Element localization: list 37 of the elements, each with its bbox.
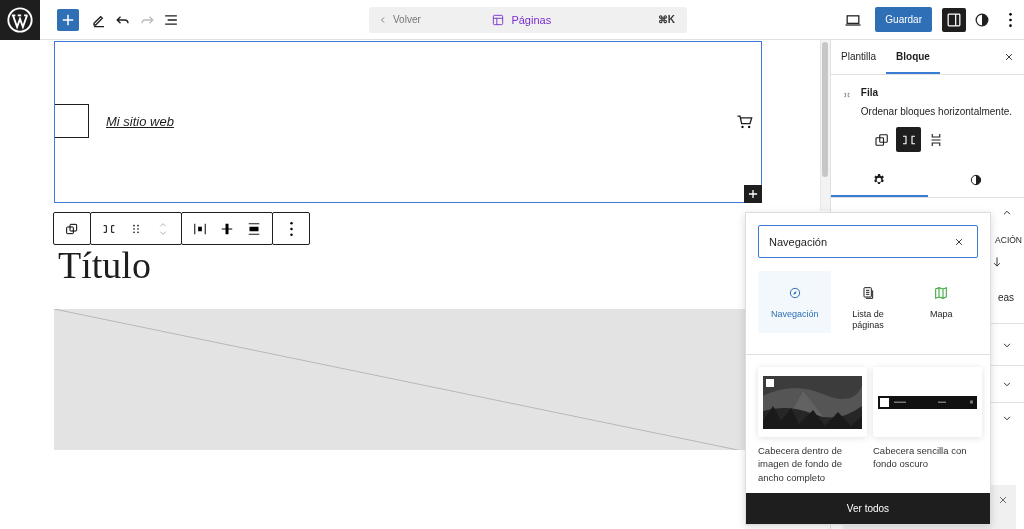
block-result[interactable]: Mapa [904, 271, 978, 333]
wordpress-logo-icon [6, 5, 34, 34]
block-name: Fila [860, 87, 880, 98]
header-block[interactable]: Mi sitio web [54, 41, 762, 203]
scrollbar[interactable] [820, 40, 830, 211]
shortcut-hint: ⌘K [657, 14, 675, 25]
more-icon [289, 221, 293, 236]
site-logo-placeholder [55, 104, 89, 138]
search-field[interactable]: Navegación [758, 225, 978, 258]
site-title[interactable]: Mi sitio web [106, 113, 735, 129]
page-heading[interactable]: Título [58, 243, 151, 287]
pattern-thumbnail[interactable] [758, 367, 867, 437]
block-inserter-button[interactable] [744, 185, 762, 203]
layout-icon [491, 12, 506, 27]
block-result[interactable]: Navegación [758, 271, 832, 333]
add-block-button[interactable] [57, 8, 79, 31]
block-description: Ordenar bloques horizontalmente. [860, 106, 1012, 117]
pattern-thumbnail[interactable] [873, 367, 982, 437]
wordpress-logo[interactable] [0, 0, 40, 40]
page-type-title: Páginas [511, 13, 552, 26]
panel-label: ACIÓN [995, 235, 1022, 245]
variation-button[interactable] [896, 127, 921, 152]
settings-button[interactable] [942, 7, 966, 32]
more-icon [1008, 12, 1012, 27]
map-icon [933, 285, 950, 301]
pages-icon [860, 285, 876, 301]
sidebar-tab[interactable]: Plantilla [831, 40, 887, 74]
back-link[interactable]: Volver [377, 13, 421, 26]
view-all-button[interactable]: Ver todos [746, 493, 990, 524]
block-result[interactable]: Lista de páginas [831, 271, 905, 333]
plus-icon [746, 187, 760, 201]
save-button[interactable]: Guardar [875, 7, 932, 32]
sidebar-tab[interactable]: Bloque [886, 40, 940, 74]
option-label: eas [997, 292, 1014, 303]
pattern-label: Cabecera sencilla con fondo oscuro [873, 444, 968, 471]
pattern-label: Cabecera dentro de imagen de fondo de ancho completo [758, 444, 843, 484]
command-bar[interactable]: Volver Páginas ⌘K [369, 6, 687, 33]
